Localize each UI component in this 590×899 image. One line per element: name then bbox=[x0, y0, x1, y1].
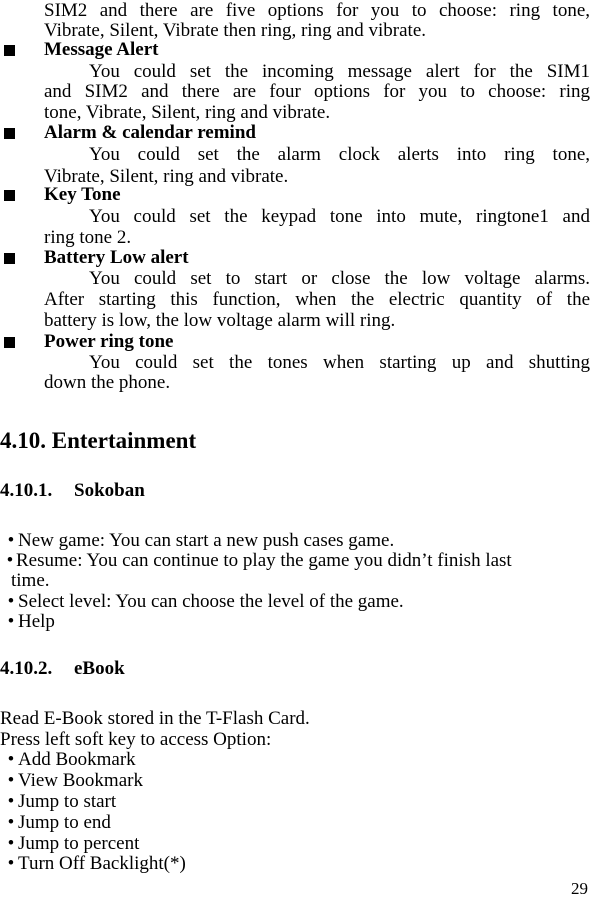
square-bullet-icon bbox=[4, 45, 15, 56]
square-bullet-icon bbox=[4, 253, 15, 264]
paragraph-line: Press left soft key to access Option: bbox=[0, 729, 272, 750]
page-number: 29 bbox=[571, 879, 588, 898]
option-text: Add Bookmark bbox=[18, 749, 136, 770]
paragraph-line: SIM2 and there are five options for you … bbox=[44, 0, 590, 21]
paragraph-line: You could set to start or close the low … bbox=[89, 268, 590, 289]
paragraph-line: After starting this function, when the e… bbox=[44, 289, 590, 310]
bullet-icon: • bbox=[7, 812, 15, 833]
bullet-icon: • bbox=[7, 591, 15, 612]
item-title: Alarm & calendar remind bbox=[44, 122, 256, 143]
bullet-icon: • bbox=[7, 833, 15, 854]
paragraph-line: down the phone. bbox=[44, 372, 171, 393]
list-item: • Help bbox=[4, 611, 55, 632]
square-bullet-icon bbox=[4, 190, 15, 201]
list-item-text: Resume: You can continue to play the gam… bbox=[16, 550, 512, 571]
option-item: • View Bookmark bbox=[4, 770, 143, 791]
subsection-title: Sokoban bbox=[74, 480, 145, 501]
bullet-icon: • bbox=[6, 550, 14, 571]
paragraph-line: ring tone 2. bbox=[44, 227, 132, 248]
subsection-number: 4.10.2. bbox=[0, 658, 53, 679]
square-bullet-icon bbox=[4, 337, 15, 348]
list-item: • New game: You can start a new push case… bbox=[4, 530, 395, 551]
paragraph-line: You could set the alarm clock alerts int… bbox=[89, 144, 590, 165]
list-item-text: Select level: You can choose the level o… bbox=[18, 591, 404, 612]
option-item: • Turn Off Backlight(*) bbox=[4, 853, 186, 874]
option-text: Jump to percent bbox=[18, 833, 140, 854]
option-item: • Jump to end bbox=[4, 812, 111, 833]
list-item-continuation: time. bbox=[11, 570, 50, 591]
item-title: Key Tone bbox=[44, 184, 121, 205]
item-title: Battery Low alert bbox=[44, 247, 189, 268]
paragraph-line: tone, Vibrate, Silent, ring and vibrate. bbox=[44, 102, 331, 123]
bullet-icon: • bbox=[7, 749, 15, 770]
bullet-icon: • bbox=[7, 770, 15, 791]
option-item: • Add Bookmark bbox=[4, 749, 136, 770]
option-text: View Bookmark bbox=[18, 770, 143, 791]
option-text: Turn Off Backlight(*) bbox=[18, 853, 186, 874]
option-text: Jump to start bbox=[18, 791, 117, 812]
option-item: • Jump to start bbox=[4, 791, 117, 812]
list-item: • Select level: You can choose the level … bbox=[4, 591, 404, 612]
paragraph-line: Read E-Book stored in the T-Flash Card. bbox=[0, 708, 310, 729]
bullet-icon: • bbox=[7, 530, 15, 551]
paragraph-line: You could set the keypad tone into mute,… bbox=[89, 206, 590, 227]
subsection-title: eBook bbox=[74, 658, 125, 679]
list-item: • Resume: You can continue to play the ga… bbox=[4, 550, 512, 571]
bullet-icon: • bbox=[7, 853, 15, 874]
paragraph-line: and SIM2 and there are four options for … bbox=[44, 81, 590, 102]
item-title: Power ring tone bbox=[44, 331, 174, 352]
subsection-heading: 4.10.2. eBook bbox=[0, 658, 125, 679]
subsection-heading: 4.10.1. Sokoban bbox=[0, 480, 145, 501]
item-title: Message Alert bbox=[44, 39, 159, 60]
option-text: Jump to end bbox=[18, 812, 111, 833]
section-heading: 4.10. Entertainment bbox=[0, 428, 197, 453]
bullet-icon: • bbox=[7, 791, 15, 812]
list-item-text: Help bbox=[18, 611, 55, 632]
paragraph-line: Vibrate, Silent, Vibrate then ring, ring… bbox=[44, 20, 427, 41]
subsection-number: 4.10.1. bbox=[0, 480, 53, 501]
square-bullet-icon bbox=[4, 128, 15, 139]
bullet-icon: • bbox=[7, 611, 15, 632]
list-item-text: New game: You can start a new push cases… bbox=[18, 530, 395, 551]
paragraph-line: battery is low, the low voltage alarm wi… bbox=[44, 310, 396, 331]
paragraph-line: You could set the incoming message alert… bbox=[89, 61, 590, 82]
paragraph-line: You could set the tones when starting up… bbox=[89, 352, 590, 373]
option-item: • Jump to percent bbox=[4, 833, 140, 854]
